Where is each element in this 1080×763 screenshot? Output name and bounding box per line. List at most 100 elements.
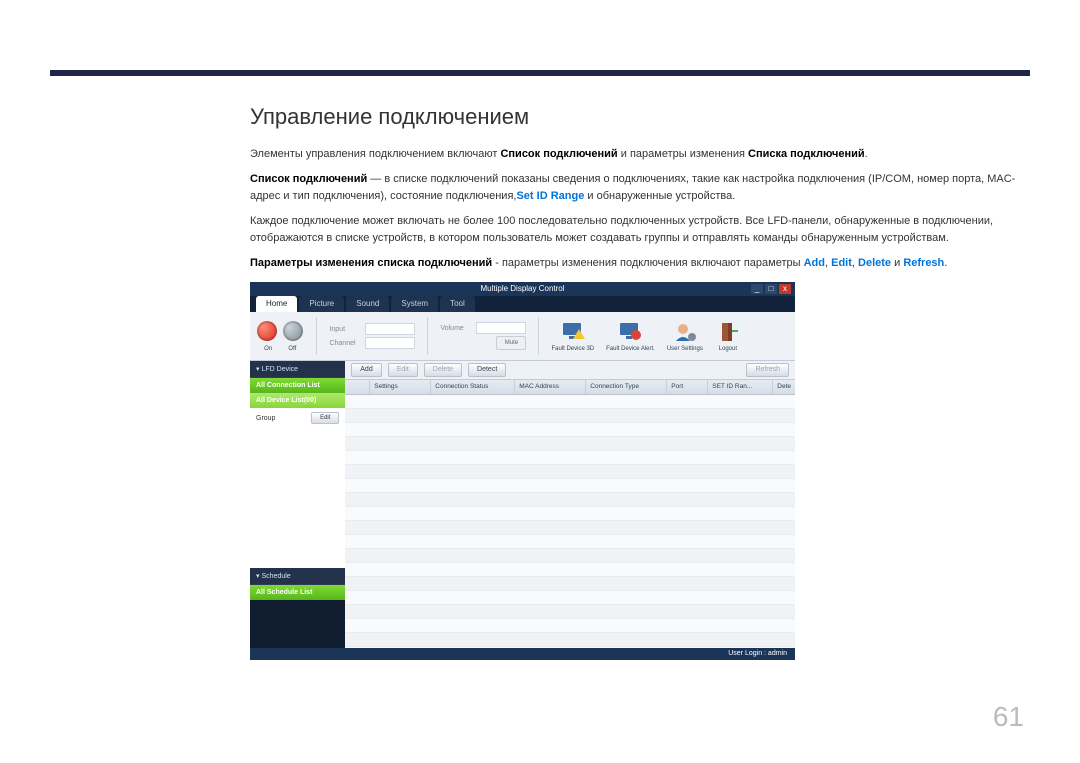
power-group: On Off [256, 321, 304, 352]
refresh-button[interactable]: Refresh [746, 363, 789, 377]
strong: Списка подключений [748, 148, 865, 160]
text: Элементы управления подключением включаю… [250, 148, 500, 160]
page-number: 61 [993, 701, 1024, 733]
strong: Список подключений [250, 173, 367, 185]
tab-picture[interactable]: Picture [299, 296, 344, 312]
col-connection-status[interactable]: Connection Status [431, 380, 515, 394]
power-off-icon[interactable] [283, 321, 303, 341]
table-row[interactable] [345, 507, 795, 521]
table-row[interactable] [345, 493, 795, 507]
volume-slider[interactable] [476, 322, 526, 334]
tab-tool[interactable]: Tool [440, 296, 475, 312]
label-input: Input [329, 326, 361, 333]
label: Schedule [261, 573, 290, 580]
monitor-alert-icon [617, 320, 643, 344]
tab-system[interactable]: System [391, 296, 438, 312]
status-bar: User Login : admin [250, 648, 795, 660]
sidebar: ▾ LFD Device All Connection List All Dev… [250, 361, 345, 649]
status-text: User Login : admin [728, 650, 787, 657]
paragraph-connection-list: Список подключений — в списке подключени… [250, 171, 1030, 205]
label-volume: Volume [440, 325, 472, 332]
sidebar-item-all-schedule[interactable]: All Schedule List [250, 585, 345, 600]
paragraph-intro: Элементы управления подключением включаю… [250, 146, 1030, 163]
label-off: Off [288, 346, 296, 352]
edit-button[interactable]: Edit [388, 363, 418, 377]
detect-button[interactable]: Detect [468, 363, 506, 377]
table-row[interactable] [345, 535, 795, 549]
col-settings[interactable]: Settings [370, 380, 431, 394]
strong: Параметры изменения списка подключений [250, 257, 492, 269]
mute-button[interactable]: Mute [496, 336, 526, 350]
link-edit[interactable]: Edit [831, 257, 852, 269]
col-mac-address[interactable]: MAC Address [515, 380, 586, 394]
sidebar-item-all-device[interactable]: All Device List(00) [250, 393, 345, 408]
group-edit-button[interactable]: Edit [311, 412, 339, 424]
table-row[interactable] [345, 437, 795, 451]
table-row[interactable] [345, 395, 795, 409]
strong: Список подключений [500, 148, 617, 160]
table-row[interactable] [345, 451, 795, 465]
tab-sound[interactable]: Sound [346, 296, 389, 312]
table-row[interactable] [345, 549, 795, 563]
label: LFD Device [261, 366, 298, 373]
col-set-id-range[interactable]: SET ID Ran... [708, 380, 773, 394]
logout[interactable]: Logout [715, 320, 741, 352]
label: Fault Device Alert. [606, 346, 655, 352]
paragraph-options: Параметры изменения списка подключений -… [250, 255, 1030, 272]
table-row[interactable] [345, 577, 795, 591]
table-row[interactable] [345, 465, 795, 479]
add-button[interactable]: Add [351, 363, 381, 377]
app-titlebar: Multiple Display Control _ □ x [250, 282, 795, 296]
fault-device-3d[interactable]: Fault Device 3D [551, 320, 594, 352]
col-port[interactable]: Port [667, 380, 708, 394]
text: - параметры изменения подключения включа… [492, 257, 803, 269]
link-refresh[interactable]: Refresh [903, 257, 944, 269]
link-delete[interactable]: Delete [858, 257, 891, 269]
table-row[interactable] [345, 409, 795, 423]
table-row[interactable] [345, 633, 795, 647]
separator [316, 317, 317, 355]
col-detect[interactable]: Dete [773, 380, 795, 394]
table-row[interactable] [345, 521, 795, 535]
minimize-icon[interactable]: _ [751, 284, 763, 294]
input-select[interactable] [365, 323, 415, 335]
label: User Settings [667, 346, 703, 352]
table-row[interactable] [345, 423, 795, 437]
label-on: On [264, 346, 272, 352]
delete-button[interactable]: Delete [424, 363, 462, 377]
separator [427, 317, 428, 355]
col-connection-type[interactable]: Connection Type [586, 380, 667, 394]
input-channel-group: Input Channel [329, 321, 415, 351]
sidebar-item-group[interactable]: GroupEdit [250, 408, 345, 428]
label: Logout [719, 346, 737, 352]
sidebar-section-lfd[interactable]: ▾ LFD Device [250, 361, 345, 378]
app-body: ▾ LFD Device All Connection List All Dev… [250, 361, 795, 649]
window-controls: _ □ x [751, 284, 791, 294]
sidebar-item-all-connection[interactable]: All Connection List [250, 378, 345, 393]
link-set-id-range[interactable]: Set ID Range [516, 190, 584, 202]
text: и обнаруженные устройства. [584, 190, 735, 202]
fault-device-alert[interactable]: Fault Device Alert. [606, 320, 655, 352]
app-title: Multiple Display Control [480, 284, 564, 293]
sidebar-gap [250, 428, 345, 568]
text: . [944, 257, 947, 269]
tab-home[interactable]: Home [256, 296, 297, 312]
power-on-icon[interactable] [257, 321, 277, 341]
table-row[interactable] [345, 619, 795, 633]
table-row[interactable] [345, 479, 795, 493]
close-icon[interactable]: x [779, 284, 791, 294]
label-channel: Channel [329, 340, 361, 347]
table-row[interactable] [345, 605, 795, 619]
app-screenshot: Multiple Display Control _ □ x Home Pict… [250, 282, 795, 660]
top-divider [50, 70, 1030, 76]
maximize-icon[interactable]: □ [765, 284, 777, 294]
channel-select[interactable] [365, 337, 415, 349]
table-row[interactable] [345, 563, 795, 577]
user-settings[interactable]: User Settings [667, 320, 703, 352]
link-add[interactable]: Add [804, 257, 825, 269]
user-gear-icon [672, 320, 698, 344]
door-icon [715, 320, 741, 344]
sidebar-section-schedule[interactable]: ▾ Schedule [250, 568, 345, 585]
col-checkbox[interactable] [345, 380, 370, 394]
table-row[interactable] [345, 591, 795, 605]
